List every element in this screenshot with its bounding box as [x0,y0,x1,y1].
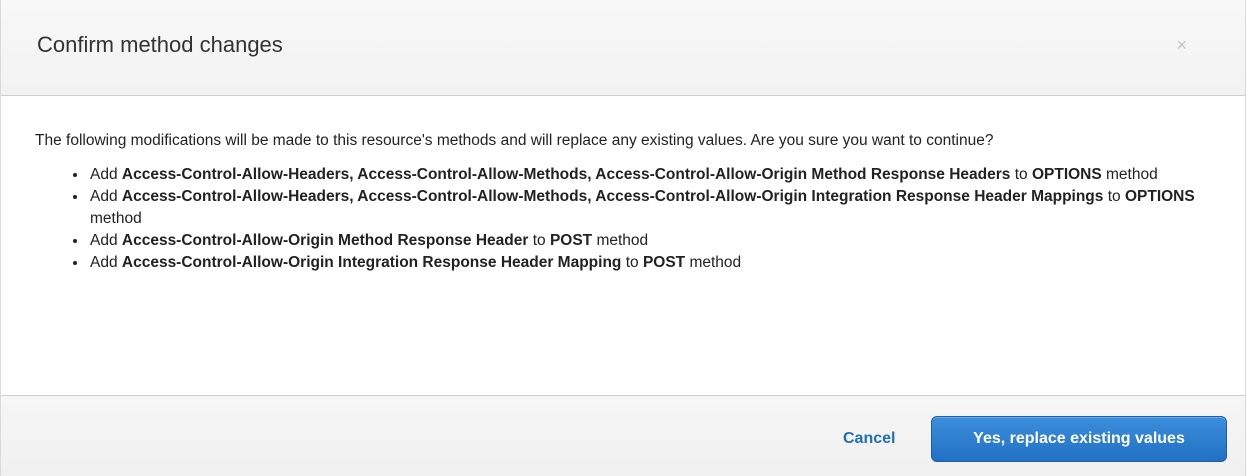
item-headers: Access-Control-Allow-Headers, Access-Con… [121,166,1011,183]
dialog-title: Confirm method changes [37,32,283,57]
list-item: Add Access-Control-Allow-Origin Integrat… [88,252,1205,274]
item-prefix: Add [90,232,122,249]
dialog-footer: Cancel Yes, replace existing values [1,395,1245,476]
item-prefix: Add [90,188,122,205]
item-suffix: method [592,232,649,249]
item-suffix: method [1101,166,1158,183]
item-prefix: Add [90,254,122,271]
item-mid: to [1010,166,1032,183]
item-prefix: Add [90,166,122,183]
item-suffix: method [90,210,142,227]
item-mid: to [1103,188,1125,205]
list-item: Add Access-Control-Allow-Origin Method R… [88,230,1205,252]
changes-list: Add Access-Control-Allow-Headers, Access… [35,164,1245,274]
item-headers: Access-Control-Allow-Headers, Access-Con… [121,188,1104,205]
item-method: OPTIONS [1031,166,1102,183]
item-method: POST [549,232,593,249]
item-headers: Access-Control-Allow-Origin Integration … [121,254,622,271]
item-mid: to [621,254,643,271]
confirm-method-changes-dialog: Confirm method changes × The following m… [0,0,1246,476]
confirm-replace-button[interactable]: Yes, replace existing values [931,416,1227,462]
item-method: OPTIONS [1124,188,1195,205]
item-suffix: method [685,254,742,271]
close-icon[interactable]: × [1176,36,1187,54]
intro-text: The following modifications will be made… [35,132,994,149]
cancel-button[interactable]: Cancel [843,430,895,448]
list-item: Add Access-Control-Allow-Headers, Access… [88,186,1205,230]
item-method: POST [642,254,686,271]
dialog-header: Confirm method changes × [1,0,1245,96]
list-item: Add Access-Control-Allow-Headers, Access… [88,164,1205,186]
item-mid: to [528,232,550,249]
dialog-body: The following modifications will be made… [1,96,1245,395]
item-headers: Access-Control-Allow-Origin Method Respo… [121,232,529,249]
